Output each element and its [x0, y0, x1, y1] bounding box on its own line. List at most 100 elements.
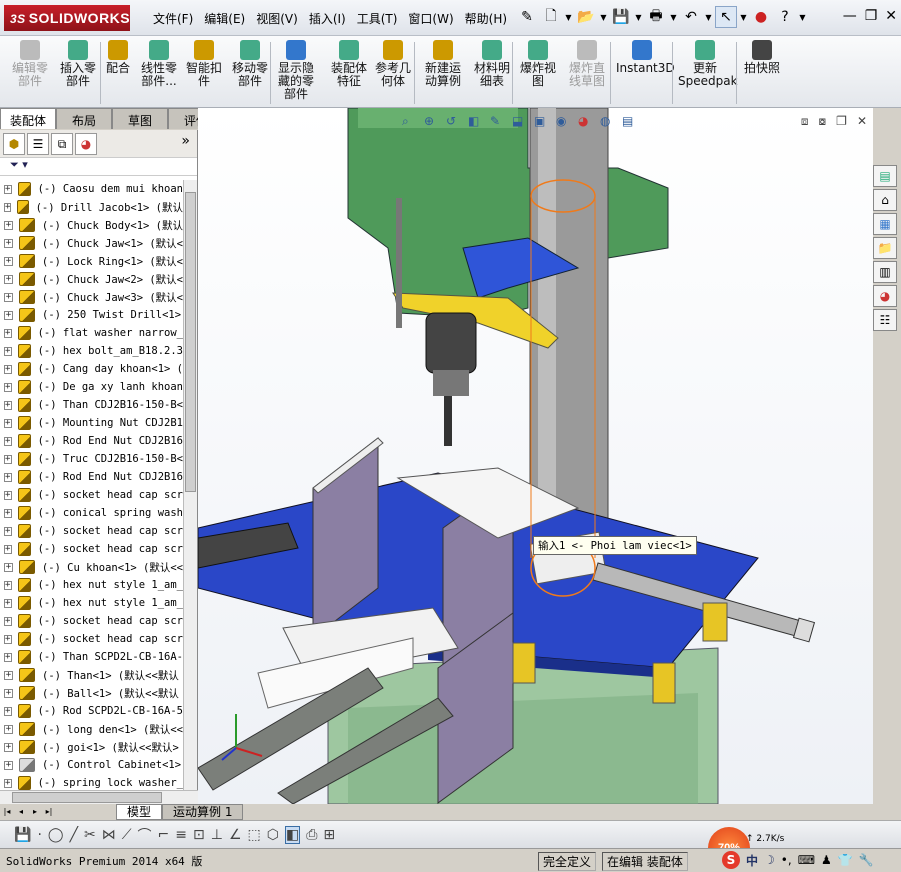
- tree-row[interactable]: + (-) Than<1> (默认<<默认: [0, 666, 183, 684]
- viewport-split-icon[interactable]: ⧈: [801, 114, 809, 129]
- expand-icon[interactable]: +: [4, 202, 12, 212]
- expand-icon[interactable]: +: [4, 562, 13, 572]
- expand-icon[interactable]: +: [4, 292, 13, 302]
- construction-line-icon[interactable]: ⟋: [122, 827, 132, 843]
- edit-appearance-icon[interactable]: ◕: [578, 114, 594, 130]
- moon-icon[interactable]: ☽: [764, 853, 775, 867]
- tree-row[interactable]: + (-) Mounting Nut CDJ2B1: [0, 414, 183, 432]
- tree-row[interactable]: + (-) goi<1> (默认<<默认>: [0, 738, 183, 756]
- select-cursor-icon[interactable]: ↖: [715, 6, 737, 28]
- smart-dimension-icon[interactable]: ⌐: [158, 827, 170, 843]
- ime-language-label[interactable]: 中: [746, 852, 758, 869]
- tree-row[interactable]: + (-) Caosu dem mui khoan: [0, 180, 183, 198]
- tree-row[interactable]: + (-) flat washer narrow_: [0, 324, 183, 342]
- filter-icon[interactable]: ⏷ ▾: [0, 158, 197, 176]
- expand-icon[interactable]: +: [4, 364, 12, 374]
- chevron-down-icon[interactable]: ▼: [599, 6, 608, 28]
- expand-icon[interactable]: +: [4, 526, 12, 536]
- keyboard-icon[interactable]: ⌨: [798, 853, 815, 867]
- tab-3[interactable]: 草图: [112, 108, 168, 129]
- print-icon[interactable]: 🖶: [645, 6, 667, 28]
- dynamic-annotation-icon[interactable]: ✎: [490, 114, 506, 130]
- tree-row[interactable]: + (-) hex nut style 1_am_: [0, 576, 183, 594]
- expand-icon[interactable]: +: [4, 328, 12, 338]
- chevron-down-icon[interactable]: ▼: [739, 6, 748, 28]
- expand-icon[interactable]: +: [4, 580, 12, 590]
- toolbar-button[interactable]: 更新 Speedpak: [678, 40, 738, 88]
- tree-row[interactable]: + (-) socket head cap scr: [0, 630, 183, 648]
- expand-icon[interactable]: +: [4, 742, 13, 752]
- tab-1[interactable]: 装配体: [0, 108, 56, 129]
- toolbar-button[interactable]: 拍快照: [742, 40, 782, 75]
- home-icon[interactable]: ⌂: [873, 189, 897, 211]
- expand-icon[interactable]: +: [4, 184, 12, 194]
- tree-row[interactable]: + (-) Control Cabinet<1>: [0, 756, 183, 774]
- save-icon[interactable]: 💾: [610, 6, 632, 28]
- expand-icon[interactable]: +: [4, 616, 12, 626]
- menu-item[interactable]: 窗口(W): [405, 10, 461, 27]
- close-icon[interactable]: ✕: [885, 8, 897, 24]
- expand-icon[interactable]: +: [4, 724, 13, 734]
- viewport-close-icon[interactable]: ✕: [857, 114, 867, 129]
- appearances-icon[interactable]: ◕: [873, 285, 897, 307]
- menu-item[interactable]: 编辑(E): [201, 10, 253, 27]
- cube-icon[interactable]: ⬡: [267, 827, 279, 843]
- graphics-viewport[interactable]: 输入1 <- Phoi lam viec<1> ⌕ ⊕ ↺ ◧ ✎ ⬓ ▣ ◉ …: [198, 108, 873, 804]
- zoom-to-fit-icon[interactable]: ⌕: [402, 114, 418, 130]
- tree-row[interactable]: + (-) conical spring wash: [0, 504, 183, 522]
- toolbar-button[interactable]: 显示隐 藏的零 部件: [276, 40, 316, 101]
- expand-icon[interactable]: +: [4, 256, 13, 266]
- shirt-icon[interactable]: 👕: [838, 853, 853, 867]
- tree-row[interactable]: + (-) Chuck Jaw<3> (默认<: [0, 288, 183, 306]
- wrench-icon[interactable]: 🔧: [859, 853, 874, 867]
- tree-row[interactable]: + (-) Rod SCPD2L-CB-16A-5: [0, 702, 183, 720]
- save-icon[interactable]: 💾: [14, 827, 31, 843]
- toolbar-button[interactable]: Instant3D: [616, 40, 675, 75]
- tree-row[interactable]: + (-) socket head cap scr: [0, 540, 183, 558]
- tree-row[interactable]: + (-) hex nut style 1_am_: [0, 594, 183, 612]
- menu-item[interactable]: 工具(T): [354, 10, 406, 27]
- scroll-thumb[interactable]: [185, 192, 196, 492]
- expand-icon[interactable]: +: [4, 652, 12, 662]
- tree-row[interactable]: + (-) Chuck Jaw<2> (默认<: [0, 270, 183, 288]
- view-settings-icon[interactable]: ▤: [622, 114, 638, 130]
- expand-panel-icon[interactable]: »: [181, 133, 194, 154]
- expand-icon[interactable]: +: [4, 508, 12, 518]
- previous-view-icon[interactable]: ↺: [446, 114, 462, 130]
- design-library-icon[interactable]: ▦: [873, 213, 897, 235]
- toolbar-button[interactable]: 材料明 细表: [472, 40, 512, 88]
- expand-icon[interactable]: +: [4, 418, 12, 428]
- expand-icon[interactable]: +: [4, 688, 13, 698]
- tab-motion-study[interactable]: 运动算例 1: [162, 804, 244, 820]
- menu-item[interactable]: 文件(F): [150, 10, 201, 27]
- tab-next-icon[interactable]: ▸: [28, 804, 42, 820]
- chevron-down-icon[interactable]: ▼: [564, 6, 573, 28]
- section-view-icon[interactable]: ◧: [468, 114, 484, 130]
- toolbar-button[interactable]: 移动零 部件: [230, 40, 270, 88]
- tree-row[interactable]: + (-) Cang day khoan<1> (: [0, 360, 183, 378]
- expand-icon[interactable]: +: [4, 400, 12, 410]
- chevron-down-icon[interactable]: ▼: [798, 6, 807, 28]
- custom-properties-icon[interactable]: ☷: [873, 309, 897, 331]
- expand-icon[interactable]: +: [4, 382, 12, 392]
- toolbar-button[interactable]: 线性零 部件...: [138, 40, 180, 88]
- tree-row[interactable]: + (-) Cu khoan<1> (默认<<: [0, 558, 183, 576]
- open-folder-icon[interactable]: 📂: [575, 6, 597, 28]
- viewport-restore-icon[interactable]: ❐: [836, 114, 847, 129]
- mirror-icon[interactable]: ⋈: [102, 827, 116, 843]
- toolbar-button[interactable]: 智能扣 件: [184, 40, 224, 88]
- offset-icon[interactable]: ≡: [175, 827, 187, 843]
- configuration-manager-icon[interactable]: ⧉: [51, 133, 73, 155]
- apply-scene-icon[interactable]: ◍: [600, 114, 616, 130]
- punctuation-icon[interactable]: •,: [781, 853, 792, 867]
- chevron-down-icon[interactable]: ▼: [704, 6, 713, 28]
- tree-row[interactable]: + (-) Chuck Body<1> (默认: [0, 216, 183, 234]
- new-document-icon[interactable]: 🗋: [540, 6, 562, 28]
- view-palette-icon[interactable]: ▥: [873, 261, 897, 283]
- hide-show-items-icon[interactable]: ◉: [556, 114, 572, 130]
- tree-row[interactable]: + (-) Lock Ring<1> (默认<: [0, 252, 183, 270]
- undo-icon[interactable]: ↶: [680, 6, 702, 28]
- solidworks-resources-icon[interactable]: ▤: [873, 165, 897, 187]
- tree-row[interactable]: + (-) 250 Twist Drill<1>: [0, 306, 183, 324]
- expand-icon[interactable]: +: [4, 544, 12, 554]
